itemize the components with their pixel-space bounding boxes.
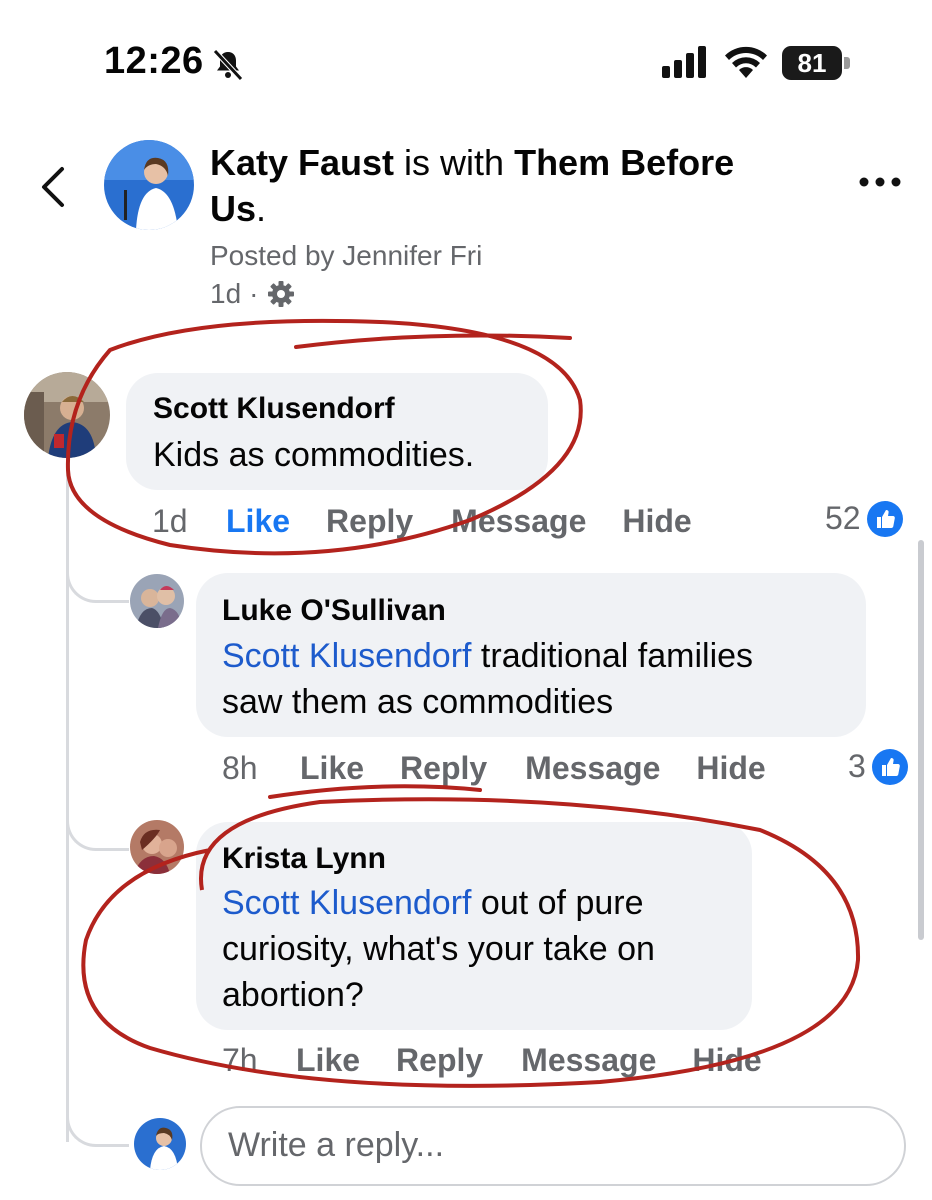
comment-text: Scott Klusendorf traditional families sa… [222, 633, 852, 725]
post-author-avatar[interactable] [104, 140, 194, 230]
comment-text-line1: out of pure [471, 884, 644, 922]
reaction-count[interactable]: 52 [825, 500, 903, 537]
reply-input[interactable]: Write a reply... [200, 1106, 906, 1186]
reply-placeholder: Write a reply... [228, 1126, 445, 1164]
posted-by: Posted by Jennifer Fri [210, 240, 483, 271]
status-time: 12:26 [104, 40, 204, 82]
cellular-signal-icon [662, 46, 706, 78]
avatar[interactable] [24, 372, 110, 458]
message-button[interactable]: Message [451, 503, 586, 540]
scrollbar[interactable] [918, 540, 924, 940]
strikethrough-mark [294, 333, 572, 349]
post-age: 1d [210, 278, 242, 309]
reaction-count[interactable]: 3 [848, 748, 908, 785]
comment-age: 8h [222, 750, 258, 786]
back-chevron-icon[interactable] [38, 165, 68, 209]
post-group-name-line2[interactable]: Us [210, 188, 256, 229]
reaction-count-value: 52 [825, 500, 861, 536]
more-options-icon[interactable] [858, 172, 902, 192]
post-title: Katy Faust is with Them Before Us. [210, 140, 810, 232]
reply-button[interactable]: Reply [326, 503, 413, 540]
thread-branch [66, 808, 129, 851]
thumbs-up-icon [866, 500, 903, 537]
comment-text-line2: saw them as commodities [222, 683, 614, 721]
meta-separator: · [249, 278, 259, 309]
comment-actions: 7h Like Reply Message Hide [222, 1042, 762, 1079]
comment-author-name[interactable]: Krista Lynn [222, 842, 386, 876]
comment-actions: 8h Like Reply Message Hide [222, 750, 766, 787]
comment-text-line1: traditional families [471, 637, 754, 675]
like-button[interactable]: Like [296, 1042, 360, 1079]
avatar[interactable] [130, 820, 184, 874]
reply-button[interactable]: Reply [400, 750, 487, 787]
battery-icon: 81 [782, 46, 852, 80]
like-button[interactable]: Like [226, 503, 290, 540]
battery-level: 81 [797, 48, 827, 78]
avatar[interactable] [130, 574, 184, 628]
message-button[interactable]: Message [521, 1042, 656, 1079]
like-button[interactable]: Like [300, 750, 364, 787]
wifi-icon [725, 46, 767, 78]
hide-button[interactable]: Hide [692, 1042, 761, 1079]
comment-author-name[interactable]: Luke O'Sullivan [222, 594, 446, 628]
gear-icon [268, 281, 295, 307]
mention-link[interactable]: Scott Klusendorf [222, 884, 471, 922]
comment-age: 1d [152, 503, 188, 539]
thread-branch [66, 560, 129, 603]
post-meta: 1d · [210, 278, 296, 310]
post-title-period: . [256, 188, 267, 229]
thumbs-up-icon [871, 748, 908, 785]
annotation-underline [268, 784, 482, 799]
mention-link[interactable]: Scott Klusendorf [222, 637, 471, 675]
comment-age: 7h [222, 1042, 258, 1078]
comment-text: Scott Klusendorf out of pure curiosity, … [222, 880, 742, 1018]
comment-text-line3: abortion? [222, 976, 364, 1014]
message-button[interactable]: Message [525, 750, 660, 787]
current-user-avatar [134, 1118, 186, 1170]
post-group-name[interactable]: Them Before [514, 142, 734, 183]
reaction-count-value: 3 [848, 748, 866, 784]
hide-button[interactable]: Hide [696, 750, 765, 787]
comment-actions: 1d Like Reply Message Hide [152, 503, 692, 540]
hide-button[interactable]: Hide [622, 503, 691, 540]
post-connector: is with [394, 142, 515, 183]
comment-text: Kids as commodities. [153, 436, 475, 474]
thread-branch [66, 1104, 129, 1147]
comment-text-line2: curiosity, what's your take on [222, 930, 655, 968]
bell-muted-icon [213, 49, 243, 81]
comment-author-name[interactable]: Scott Klusendorf [153, 392, 395, 426]
post-author-name[interactable]: Katy Faust [210, 142, 394, 183]
reply-button[interactable]: Reply [396, 1042, 483, 1079]
